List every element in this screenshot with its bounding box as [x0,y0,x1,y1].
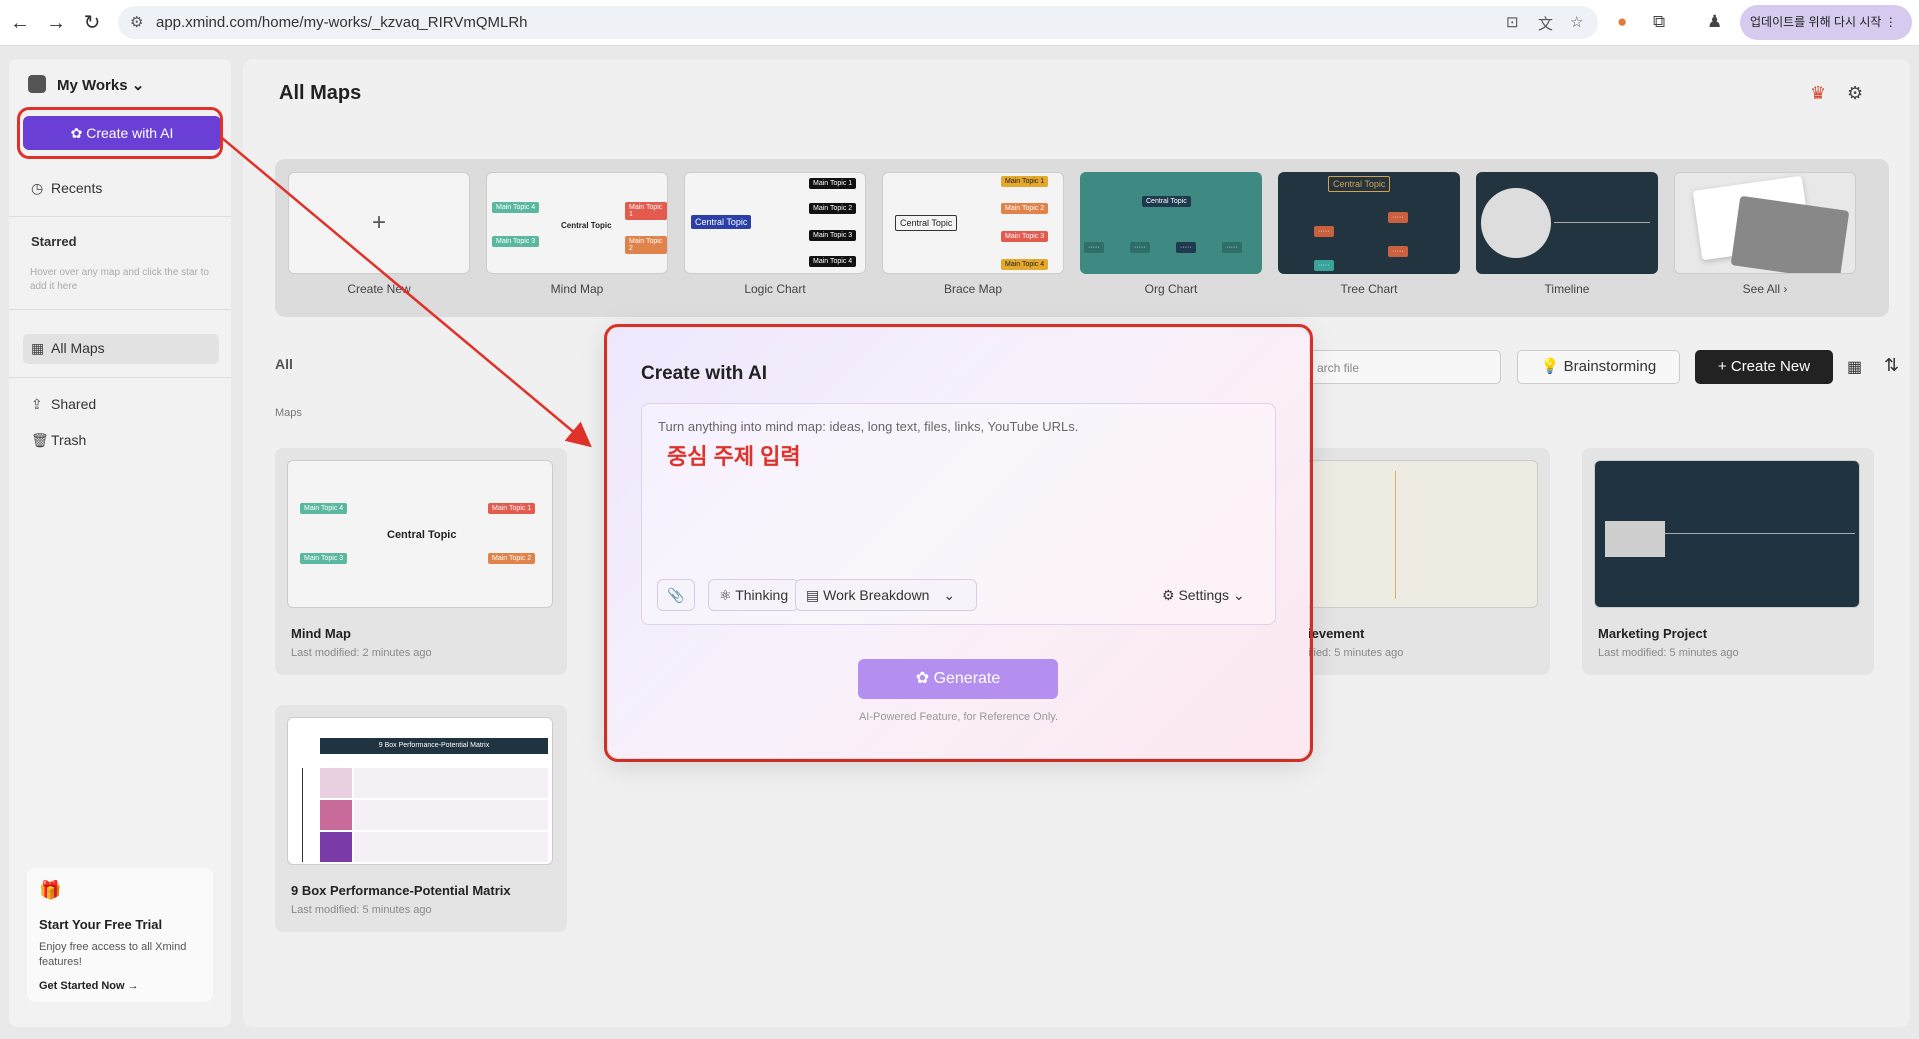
gear-icon: ⚙ [1162,587,1175,603]
dialog-footnote: AI-Powered Feature, for Reference Only. [858,711,1059,723]
dialog-title: Create with AI [641,363,767,384]
attach-button[interactable]: 📎 [657,579,695,611]
create-with-ai-dialog: Create with AI Turn anything into mind m… [608,328,1309,758]
settings-dropdown[interactable]: ⚙ Settings ⌄ [1162,587,1245,604]
prompt-placeholder: Turn anything into mind map: ideas, long… [658,419,1079,434]
prompt-input[interactable]: Turn anything into mind map: ideas, long… [641,403,1276,625]
sparkle-icon: ✿ [915,670,930,687]
generate-button[interactable]: ✿ Generate [858,659,1058,699]
thinking-label: Thinking [735,587,789,603]
annotation-label: 중심 주제 입력 [667,444,801,469]
settings-label: Settings [1178,587,1230,603]
thinking-icon: ⚛ [719,587,732,603]
document-icon: ▤ [806,587,820,603]
mode-label: Work Breakdown [823,587,930,603]
chevron-down-icon: ⌄ [943,587,956,603]
generate-label: Generate [933,670,1001,687]
mode-select[interactable]: ▤ Work Breakdown ⌄ [795,579,977,611]
paperclip-icon: 📎 [667,587,685,603]
chevron-down-icon: ⌄ [1232,587,1245,603]
thinking-toggle[interactable]: ⚛ Thinking [708,579,800,611]
